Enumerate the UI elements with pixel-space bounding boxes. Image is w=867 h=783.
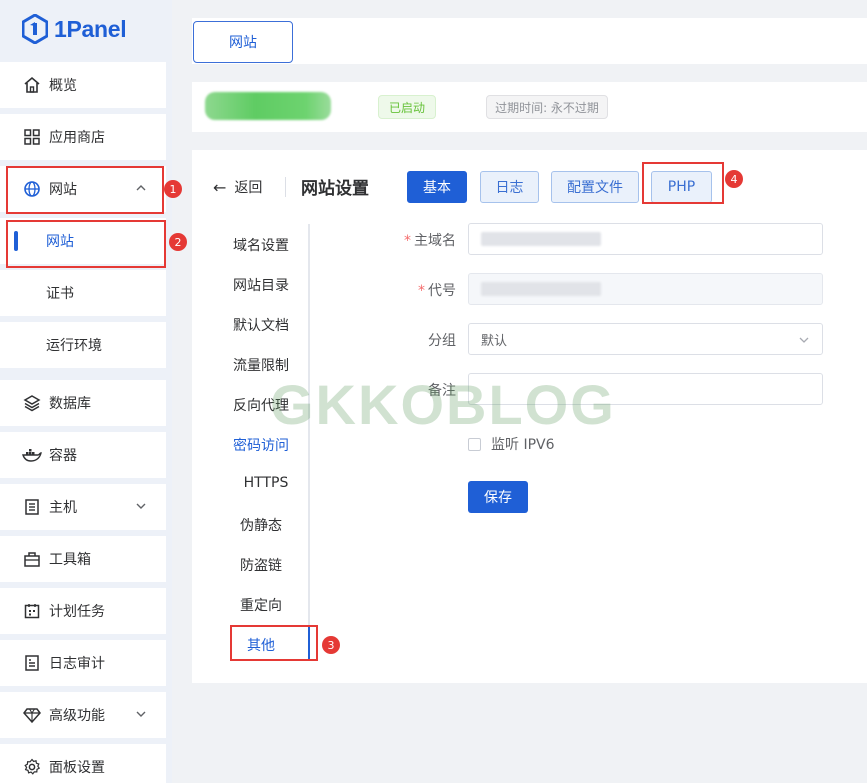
1panel-logo-icon bbox=[22, 14, 48, 44]
log-icon bbox=[22, 653, 42, 673]
code-input bbox=[468, 273, 823, 305]
redacted-value bbox=[481, 232, 601, 246]
chevron-down-icon bbox=[136, 711, 146, 717]
sidebar-item-log-audit[interactable]: 日志审计 bbox=[0, 640, 166, 686]
back-button[interactable]: ← 返回 bbox=[213, 176, 262, 198]
sidebar-item-host[interactable]: 主机 bbox=[0, 484, 166, 530]
diamond-icon bbox=[22, 705, 42, 725]
watermark: GKKOBLOG bbox=[270, 373, 616, 436]
sidebar-item-label: 工具箱 bbox=[49, 552, 91, 568]
group-value: 默认 bbox=[481, 333, 508, 349]
sidebar-item-label: 应用商店 bbox=[49, 130, 105, 146]
annotation-box-3 bbox=[230, 625, 318, 661]
redacted-value bbox=[481, 282, 601, 296]
menu-item-https[interactable]: HTTPS bbox=[226, 475, 306, 491]
primary-domain-label: * 主域名 bbox=[404, 233, 456, 249]
tab-log[interactable]: 日志 bbox=[480, 171, 539, 203]
sidebar-item-advanced[interactable]: 高级功能 bbox=[0, 692, 166, 738]
group-select[interactable]: 默认 bbox=[468, 323, 823, 355]
server-icon bbox=[22, 497, 42, 517]
sidebar-subitem-runtime[interactable]: 运行环境 bbox=[0, 322, 166, 368]
sidebar-item-label: 主机 bbox=[49, 500, 77, 516]
site-name-redacted bbox=[205, 92, 331, 120]
primary-domain-input[interactable] bbox=[468, 223, 823, 255]
annotation-number-4: 4 bbox=[725, 170, 743, 188]
ipv6-label: 监听 IPV6 bbox=[491, 437, 555, 453]
home-icon bbox=[22, 75, 42, 95]
menu-item-password-access[interactable]: 密码访问 bbox=[221, 435, 301, 455]
expiry-badge: 过期时间: 永不过期 bbox=[486, 95, 608, 119]
annotation-box-2 bbox=[6, 220, 166, 268]
brand-name: 1Panel bbox=[54, 15, 127, 42]
sidebar-item-cron[interactable]: 计划任务 bbox=[0, 588, 166, 634]
page-title: 网站设置 bbox=[301, 179, 369, 199]
chevron-down-icon bbox=[136, 503, 146, 509]
sidebar-subitem-certificate[interactable]: 证书 bbox=[0, 270, 166, 316]
arrow-left-icon: ← bbox=[213, 177, 227, 197]
sidebar-item-database[interactable]: 数据库 bbox=[0, 380, 166, 426]
menu-item-site-dir[interactable]: 网站目录 bbox=[221, 275, 301, 295]
annotation-box-1 bbox=[6, 166, 164, 214]
header-bar bbox=[192, 18, 867, 64]
sidebar-item-label: 概览 bbox=[49, 78, 77, 94]
layers-icon bbox=[22, 393, 42, 413]
gear-icon bbox=[22, 757, 42, 777]
sidebar-item-container[interactable]: 容器 bbox=[0, 432, 166, 478]
tab-basic[interactable]: 基本 bbox=[407, 171, 467, 203]
sidebar-item-label: 容器 bbox=[49, 448, 77, 464]
grid-icon bbox=[22, 127, 42, 147]
menu-item-domain[interactable]: 域名设置 bbox=[221, 235, 301, 255]
sidebar-item-label: 面板设置 bbox=[49, 760, 105, 776]
chevron-down-icon bbox=[799, 337, 809, 343]
checkbox-box[interactable] bbox=[468, 437, 481, 451]
divider bbox=[285, 177, 286, 197]
sidebar-item-toolbox[interactable]: 工具箱 bbox=[0, 536, 166, 582]
sidebar-item-panel-settings[interactable]: 面板设置 bbox=[0, 744, 166, 783]
sidebar-item-label: 计划任务 bbox=[49, 604, 105, 620]
sidebar-item-overview[interactable]: 概览 bbox=[0, 62, 166, 108]
docker-icon bbox=[22, 445, 42, 465]
sidebar-item-label: 数据库 bbox=[49, 396, 91, 412]
sidebar-item-app-store[interactable]: 应用商店 bbox=[0, 114, 166, 160]
sidebar-item-label: 高级功能 bbox=[49, 708, 105, 724]
calendar-icon bbox=[22, 601, 42, 621]
ipv6-checkbox[interactable]: 监听 IPV6 bbox=[468, 434, 555, 454]
logo: 1Panel bbox=[22, 12, 127, 46]
menu-item-rewrite[interactable]: 伪静态 bbox=[221, 515, 301, 535]
tab-config-file[interactable]: 配置文件 bbox=[551, 171, 639, 203]
toolbox-icon bbox=[22, 549, 42, 569]
status-badge: 已启动 bbox=[378, 95, 436, 119]
save-button[interactable]: 保存 bbox=[468, 481, 528, 513]
annotation-number-3: 3 bbox=[322, 636, 340, 654]
sidebar-item-label: 证书 bbox=[46, 286, 74, 302]
menu-item-redirect[interactable]: 重定向 bbox=[221, 595, 301, 615]
menu-item-default-doc[interactable]: 默认文档 bbox=[221, 315, 301, 335]
annotation-box-4 bbox=[642, 162, 724, 204]
sidebar-item-label: 运行环境 bbox=[46, 338, 102, 354]
menu-item-anti-leech[interactable]: 防盗链 bbox=[221, 555, 301, 575]
annotation-number-1: 1 bbox=[164, 180, 182, 198]
annotation-number-2: 2 bbox=[169, 233, 187, 251]
code-label: * 代号 bbox=[418, 283, 456, 299]
sidebar: 1Panel 概览 应用商店 网站 网站 证书 运行环境 数据库 容器 主机 工… bbox=[0, 0, 172, 783]
group-label: 分组 bbox=[428, 333, 456, 349]
menu-divider bbox=[308, 224, 310, 660]
sidebar-item-label: 日志审计 bbox=[49, 656, 105, 672]
back-label: 返回 bbox=[234, 180, 263, 196]
tab-website[interactable]: 网站 bbox=[193, 21, 293, 63]
